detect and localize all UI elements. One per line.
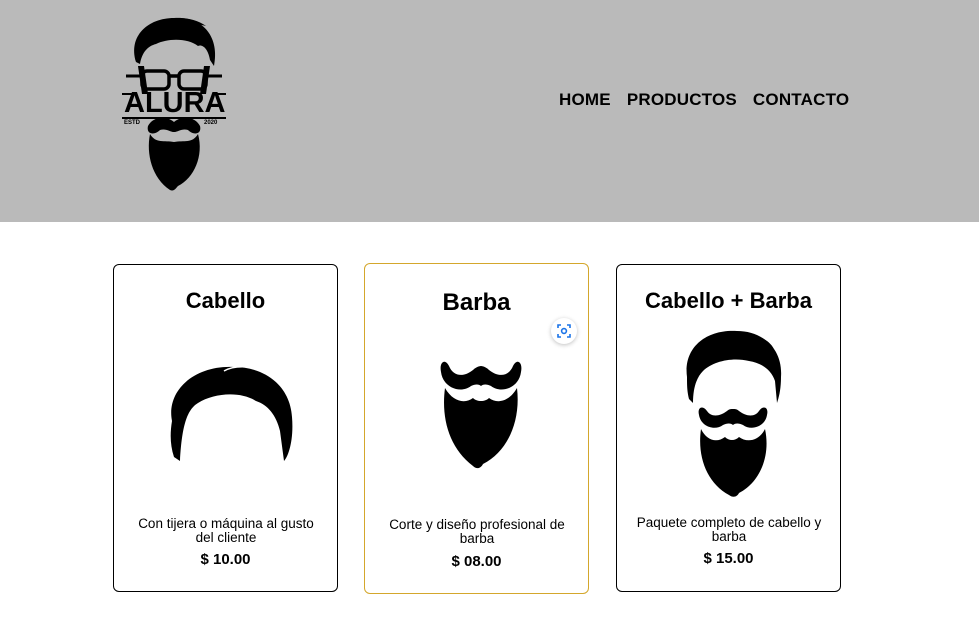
card-title: Cabello [185, 288, 266, 313]
logo-year: 2020 [204, 120, 218, 126]
nav-contacto[interactable]: CONTACTO [753, 90, 849, 110]
alura-logo[interactable]: ALURA ESTD 2020 [118, 14, 230, 194]
card-description: Corte y diseño profesional de barba [389, 517, 565, 546]
card-price: $ 08.00 [451, 553, 502, 570]
hair-icon [170, 366, 293, 461]
logo-wordmark: ALURA [124, 87, 226, 119]
logo-estd: ESTD [124, 120, 141, 126]
product-card-cabello[interactable]: Cabello Con tijera o máquina al gusto de… [113, 264, 338, 592]
lens-icon [557, 324, 571, 338]
card-description: Paquete completo de cabello y barba [636, 515, 822, 544]
card-title: Cabello + Barba [645, 288, 812, 313]
product-card-cabello-barba[interactable]: Cabello + Barba Paquete completo de cabe… [616, 264, 841, 592]
nav-productos[interactable]: PRODUCTOS [627, 90, 737, 110]
nav-home[interactable]: HOME [559, 90, 611, 110]
site-header: ALURA ESTD 2020 HOME PRODUCTOS CONTACTO [0, 0, 979, 222]
product-card-barba[interactable]: Barba Corte y diseño profesional de barb… [364, 263, 589, 594]
card-price: $ 10.00 [200, 551, 251, 568]
hair-and-beard-icon [686, 330, 782, 497]
card-price: $ 15.00 [703, 550, 754, 567]
card-title: Barba [442, 289, 511, 316]
beard-icon [440, 361, 522, 469]
visual-search-button[interactable] [551, 318, 577, 344]
card-description: Con tijera o máquina al gusto del client… [138, 516, 314, 545]
main-nav: HOME PRODUCTOS CONTACTO [559, 90, 849, 110]
